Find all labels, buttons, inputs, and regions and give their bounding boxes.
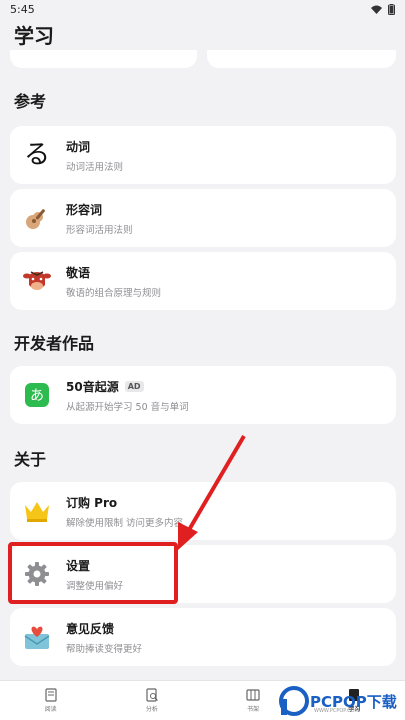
bookshelf-icon [246,689,260,701]
wifi-icon [371,5,382,14]
section-title-about: 关于 [14,450,47,469]
crown-icon [22,496,52,526]
watermark: PCPOP下载 WWW.PCPOP.COM [278,682,405,720]
card-kana-origin-title: 50音起源 AD [66,378,189,395]
card-kana-origin-subtitle: 从起源开始学习 50 音与单词 [66,401,189,413]
section-title-reference: 参考 [14,92,47,111]
cow-face-icon [22,266,52,296]
tab-bookshelf[interactable]: 书架 [223,688,283,713]
card-adjectives[interactable]: 形容词 形容词活用法则 [10,189,396,247]
card-feedback-title: 意见反馈 [66,621,115,636]
card-verbs-subtitle: 动词活用法则 [66,161,124,173]
tab-analysis[interactable]: 分析 [122,688,182,713]
book-icon [45,688,57,702]
card-subscribe-title: 订购 Pro [66,495,118,510]
watermark-logo-icon [279,686,309,716]
kana-app-icon: あ [22,380,52,410]
page-title: 学习 [14,24,54,48]
status-time: 5:45 [10,2,35,16]
status-bar: 5:45 [0,0,405,18]
card-adjectives-subtitle: 形容词活用法则 [66,224,133,236]
scrolled-card-left[interactable] [10,50,197,68]
ru-kana-icon: る [23,140,50,170]
ad-badge: AD [124,380,144,392]
section-title-developer: 开发者作品 [14,334,95,353]
status-icons [371,3,395,15]
tab-reading[interactable]: 阅读 [21,688,81,713]
watermark-subtext: WWW.PCPOP.COM [314,708,359,714]
card-feedback-subtitle: 帮助捧读变得更好 [66,643,143,655]
guitar-icon [22,203,52,233]
document-search-icon [146,688,158,702]
card-kana-origin[interactable]: あ 50音起源 AD 从起源开始学习 50 音与单词 [10,366,396,424]
card-honorifics-subtitle: 敬语的组合原理与规则 [66,287,162,299]
highlight-annotation-box [8,542,178,604]
card-subscribe-subtitle: 解除使用限制 访问更多内容 [66,517,184,529]
heart-envelope-icon [22,622,52,652]
scrolled-card-right[interactable] [207,50,396,68]
card-verbs[interactable]: る 动词 动词活用法则 [10,126,396,184]
card-subscribe-pro[interactable]: 订购 Pro 解除使用限制 访问更多内容 [10,482,396,540]
card-adjectives-title: 形容词 [66,202,103,217]
card-honorifics-title: 敬语 [66,265,91,280]
card-verbs-title: 动词 [66,139,91,154]
card-honorifics[interactable]: 敬语 敬语的组合原理与规则 [10,252,396,310]
card-feedback[interactable]: 意见反馈 帮助捧读变得更好 [10,608,396,666]
battery-icon [388,3,395,15]
